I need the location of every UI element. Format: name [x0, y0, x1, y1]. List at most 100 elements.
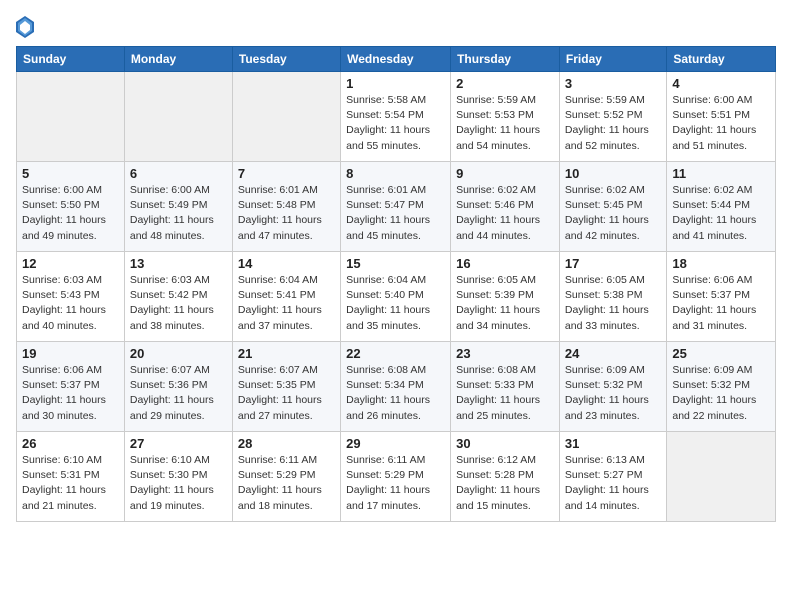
weekday-header-row: SundayMondayTuesdayWednesdayThursdayFrid…	[17, 47, 776, 72]
calendar-cell: 23 Sunrise: 6:08 AMSunset: 5:33 PMDayligh…	[451, 342, 560, 432]
day-number: 13	[130, 256, 227, 271]
calendar-cell: 4 Sunrise: 6:00 AMSunset: 5:51 PMDaylight…	[667, 72, 776, 162]
day-info: Sunrise: 6:00 AMSunset: 5:49 PMDaylight:…	[130, 183, 227, 244]
day-number: 18	[672, 256, 770, 271]
day-number: 16	[456, 256, 554, 271]
day-info: Sunrise: 6:03 AMSunset: 5:42 PMDaylight:…	[130, 273, 227, 334]
calendar-cell: 15 Sunrise: 6:04 AMSunset: 5:40 PMDayligh…	[341, 252, 451, 342]
day-number: 6	[130, 166, 227, 181]
calendar-cell	[124, 72, 232, 162]
day-info: Sunrise: 6:08 AMSunset: 5:33 PMDaylight:…	[456, 363, 554, 424]
calendar-cell: 20 Sunrise: 6:07 AMSunset: 5:36 PMDayligh…	[124, 342, 232, 432]
day-info: Sunrise: 6:00 AMSunset: 5:50 PMDaylight:…	[22, 183, 119, 244]
day-info: Sunrise: 6:13 AMSunset: 5:27 PMDaylight:…	[565, 453, 661, 514]
calendar-cell: 31 Sunrise: 6:13 AMSunset: 5:27 PMDayligh…	[559, 432, 666, 522]
weekday-header-wednesday: Wednesday	[341, 47, 451, 72]
calendar-cell	[232, 72, 340, 162]
day-number: 25	[672, 346, 770, 361]
day-info: Sunrise: 6:01 AMSunset: 5:47 PMDaylight:…	[346, 183, 445, 244]
calendar-cell: 19 Sunrise: 6:06 AMSunset: 5:37 PMDayligh…	[17, 342, 125, 432]
day-number: 28	[238, 436, 335, 451]
logo-icon	[16, 16, 34, 38]
day-number: 8	[346, 166, 445, 181]
calendar-cell: 27Sunrise: 6:10 AMSunset: 5:30 PMDayligh…	[124, 432, 232, 522]
calendar-week-row: 12 Sunrise: 6:03 AMSunset: 5:43 PMDayligh…	[17, 252, 776, 342]
calendar-week-row: 19 Sunrise: 6:06 AMSunset: 5:37 PMDayligh…	[17, 342, 776, 432]
day-info: Sunrise: 5:59 AMSunset: 5:52 PMDaylight:…	[565, 93, 661, 154]
calendar-cell: 2 Sunrise: 5:59 AMSunset: 5:53 PMDaylight…	[451, 72, 560, 162]
day-info: Sunrise: 6:07 AMSunset: 5:35 PMDaylight:…	[238, 363, 335, 424]
calendar-cell: 3 Sunrise: 5:59 AMSunset: 5:52 PMDaylight…	[559, 72, 666, 162]
calendar-cell: 18Sunrise: 6:06 AMSunset: 5:37 PMDayligh…	[667, 252, 776, 342]
day-number: 21	[238, 346, 335, 361]
day-info: Sunrise: 6:02 AMSunset: 5:46 PMDaylight:…	[456, 183, 554, 244]
day-info: Sunrise: 6:05 AMSunset: 5:39 PMDaylight:…	[456, 273, 554, 334]
day-number: 26	[22, 436, 119, 451]
calendar-cell: 17 Sunrise: 6:05 AMSunset: 5:38 PMDayligh…	[559, 252, 666, 342]
day-number: 3	[565, 76, 661, 91]
day-info: Sunrise: 6:04 AMSunset: 5:40 PMDaylight:…	[346, 273, 445, 334]
calendar-cell: 5 Sunrise: 6:00 AMSunset: 5:50 PMDaylight…	[17, 162, 125, 252]
weekday-header-thursday: Thursday	[451, 47, 560, 72]
day-number: 12	[22, 256, 119, 271]
calendar-cell: 30 Sunrise: 6:12 AMSunset: 5:28 PMDayligh…	[451, 432, 560, 522]
day-info: Sunrise: 5:59 AMSunset: 5:53 PMDaylight:…	[456, 93, 554, 154]
page-header	[16, 10, 776, 38]
day-info: Sunrise: 6:03 AMSunset: 5:43 PMDaylight:…	[22, 273, 119, 334]
calendar-table: SundayMondayTuesdayWednesdayThursdayFrid…	[16, 46, 776, 522]
day-info: Sunrise: 6:05 AMSunset: 5:38 PMDaylight:…	[565, 273, 661, 334]
day-info: Sunrise: 6:06 AMSunset: 5:37 PMDaylight:…	[22, 363, 119, 424]
page-container: SundayMondayTuesdayWednesdayThursdayFrid…	[0, 0, 792, 538]
day-info: Sunrise: 6:11 AMSunset: 5:29 PMDaylight:…	[238, 453, 335, 514]
day-number: 19	[22, 346, 119, 361]
day-number: 9	[456, 166, 554, 181]
day-number: 10	[565, 166, 661, 181]
calendar-cell: 8 Sunrise: 6:01 AMSunset: 5:47 PMDaylight…	[341, 162, 451, 252]
calendar-cell: 21 Sunrise: 6:07 AMSunset: 5:35 PMDayligh…	[232, 342, 340, 432]
calendar-cell: 11Sunrise: 6:02 AMSunset: 5:44 PMDayligh…	[667, 162, 776, 252]
day-number: 27	[130, 436, 227, 451]
day-number: 2	[456, 76, 554, 91]
day-info: Sunrise: 6:07 AMSunset: 5:36 PMDaylight:…	[130, 363, 227, 424]
day-number: 4	[672, 76, 770, 91]
day-number: 1	[346, 76, 445, 91]
day-info: Sunrise: 6:00 AMSunset: 5:51 PMDaylight:…	[672, 93, 770, 154]
day-info: Sunrise: 6:11 AMSunset: 5:29 PMDaylight:…	[346, 453, 445, 514]
day-info: Sunrise: 6:09 AMSunset: 5:32 PMDaylight:…	[672, 363, 770, 424]
day-number: 30	[456, 436, 554, 451]
day-number: 29	[346, 436, 445, 451]
calendar-cell: 13 Sunrise: 6:03 AMSunset: 5:42 PMDayligh…	[124, 252, 232, 342]
day-number: 7	[238, 166, 335, 181]
day-info: Sunrise: 6:02 AMSunset: 5:45 PMDaylight:…	[565, 183, 661, 244]
calendar-cell: 29 Sunrise: 6:11 AMSunset: 5:29 PMDayligh…	[341, 432, 451, 522]
day-number: 22	[346, 346, 445, 361]
calendar-cell: 9 Sunrise: 6:02 AMSunset: 5:46 PMDaylight…	[451, 162, 560, 252]
day-info: Sunrise: 6:01 AMSunset: 5:48 PMDaylight:…	[238, 183, 335, 244]
calendar-cell	[667, 432, 776, 522]
weekday-header-saturday: Saturday	[667, 47, 776, 72]
day-number: 24	[565, 346, 661, 361]
day-number: 5	[22, 166, 119, 181]
day-number: 31	[565, 436, 661, 451]
day-info: Sunrise: 6:02 AMSunset: 5:44 PMDaylight:…	[672, 183, 770, 244]
calendar-week-row: 1 Sunrise: 5:58 AMSunset: 5:54 PMDaylight…	[17, 72, 776, 162]
day-info: Sunrise: 6:04 AMSunset: 5:41 PMDaylight:…	[238, 273, 335, 334]
calendar-cell: 1 Sunrise: 5:58 AMSunset: 5:54 PMDaylight…	[341, 72, 451, 162]
day-number: 20	[130, 346, 227, 361]
calendar-cell: 16 Sunrise: 6:05 AMSunset: 5:39 PMDayligh…	[451, 252, 560, 342]
calendar-cell: 6 Sunrise: 6:00 AMSunset: 5:49 PMDaylight…	[124, 162, 232, 252]
day-number: 15	[346, 256, 445, 271]
calendar-cell: 10 Sunrise: 6:02 AMSunset: 5:45 PMDayligh…	[559, 162, 666, 252]
weekday-header-monday: Monday	[124, 47, 232, 72]
day-number: 17	[565, 256, 661, 271]
day-info: Sunrise: 5:58 AMSunset: 5:54 PMDaylight:…	[346, 93, 445, 154]
weekday-header-friday: Friday	[559, 47, 666, 72]
weekday-header-tuesday: Tuesday	[232, 47, 340, 72]
calendar-cell: 14Sunrise: 6:04 AMSunset: 5:41 PMDayligh…	[232, 252, 340, 342]
day-number: 23	[456, 346, 554, 361]
day-info: Sunrise: 6:09 AMSunset: 5:32 PMDaylight:…	[565, 363, 661, 424]
calendar-week-row: 5 Sunrise: 6:00 AMSunset: 5:50 PMDaylight…	[17, 162, 776, 252]
day-info: Sunrise: 6:08 AMSunset: 5:34 PMDaylight:…	[346, 363, 445, 424]
logo	[16, 16, 36, 38]
day-info: Sunrise: 6:12 AMSunset: 5:28 PMDaylight:…	[456, 453, 554, 514]
